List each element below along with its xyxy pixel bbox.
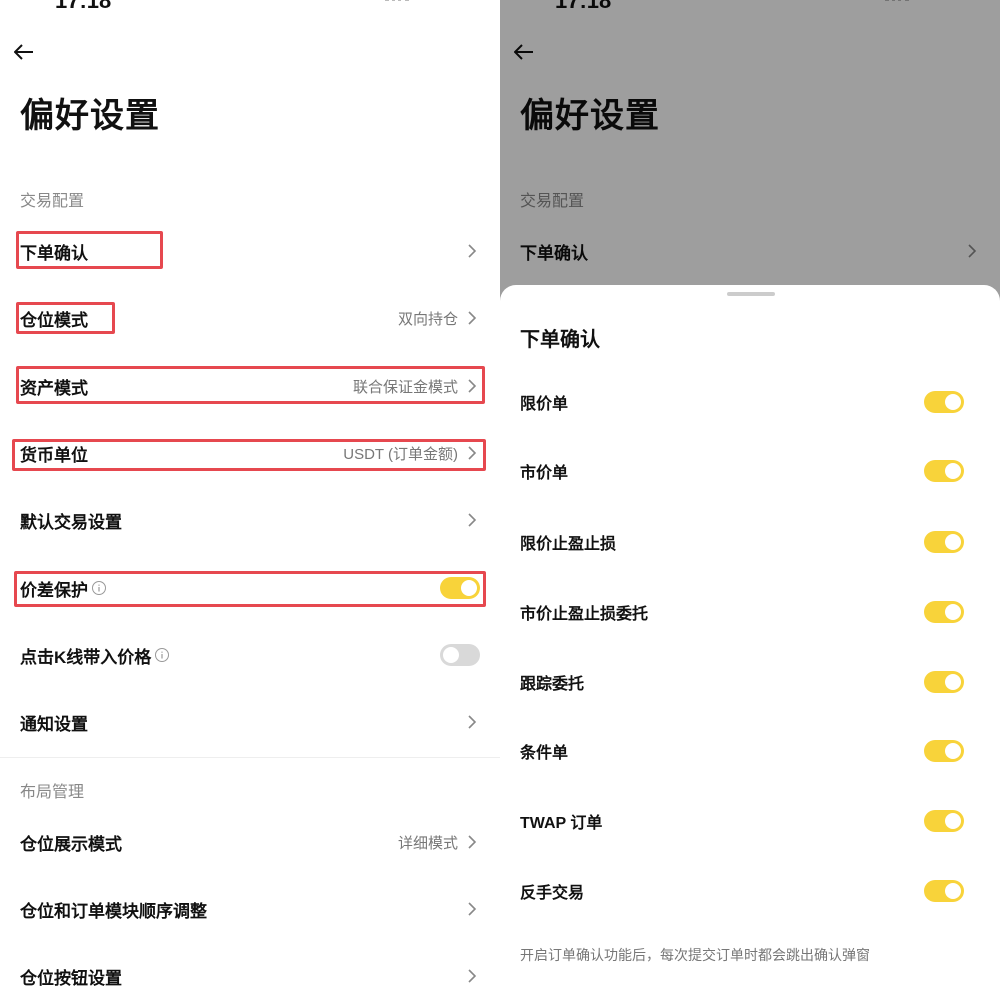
item-label: TWAP 订单 — [520, 815, 603, 832]
page-title: 偏好设置 — [20, 97, 160, 135]
chevron-right-icon — [468, 379, 477, 393]
conditional-order-toggle[interactable] — [924, 740, 964, 762]
row-label: 默认交易设置 — [20, 512, 122, 532]
signal-icon — [385, 0, 409, 3]
item-label: 反手交易 — [520, 885, 585, 902]
sheet-item-limit-tpsl: 限价止盈止损 — [500, 522, 1000, 562]
row-label: 通知设置 — [20, 714, 88, 734]
row-spread-protection: 价差保护 — [0, 568, 500, 608]
limit-order-toggle[interactable] — [924, 391, 964, 413]
chevron-right-icon — [468, 835, 477, 849]
row-currency-unit[interactable]: 货币单位 USDT (订单金额) — [0, 433, 500, 473]
trailing-order-toggle[interactable] — [924, 671, 964, 693]
market-tpsl-toggle[interactable] — [924, 601, 964, 623]
row-label: 仓位和订单模块顺序调整 — [20, 901, 207, 921]
row-label: 货币单位 — [20, 445, 88, 465]
row-order-confirm[interactable]: 下单确认 — [0, 231, 500, 271]
row-kline-click-price: 点击K线带入价格 — [0, 635, 500, 675]
item-label: 条件单 — [520, 745, 569, 762]
sheet-item-market-order: 市价单 — [500, 451, 1000, 491]
row-default-trade-settings[interactable]: 默认交易设置 — [0, 500, 500, 540]
item-label: 市价止盈止损委托 — [520, 606, 649, 623]
market-order-toggle[interactable] — [924, 460, 964, 482]
status-icons — [385, 0, 455, 6]
row-module-order[interactable]: 仓位和订单模块顺序调整 — [0, 889, 500, 929]
row-label: 仓位模式 — [20, 310, 88, 330]
sheet-item-reverse-trade: 反手交易 — [500, 871, 1000, 911]
item-label: 限价单 — [520, 396, 569, 413]
item-label: 限价止盈止损 — [520, 536, 617, 553]
chevron-right-icon — [468, 969, 477, 983]
sheet-item-limit-order: 限价单 — [500, 382, 1000, 422]
row-label: 资产模式 — [20, 378, 88, 398]
section-layout-management: 布局管理 — [20, 784, 85, 801]
row-value: 双向持仓 — [397, 310, 458, 328]
order-confirm-sheet: 下单确认 限价单 市价单 限价止盈止损 市价止盈止损委托 跟踪委托 条件单 TW… — [500, 285, 1000, 1000]
kline-price-toggle[interactable] — [440, 644, 480, 666]
preferences-screen-left: 17:18 偏好设置 交易配置 下单确认 仓位模式 双向持仓 资产模式 联合保证… — [0, 0, 500, 1000]
item-label: 跟踪委托 — [520, 676, 585, 693]
sheet-drag-handle[interactable] — [727, 292, 775, 296]
info-icon[interactable] — [91, 580, 107, 596]
reverse-trade-toggle[interactable] — [924, 880, 964, 902]
row-position-mode[interactable]: 仓位模式 双向持仓 — [0, 298, 500, 338]
chevron-right-icon — [468, 513, 477, 527]
row-label: 点击K线带入价格 — [20, 647, 152, 667]
chevron-right-icon — [468, 244, 477, 258]
row-asset-mode[interactable]: 资产模式 联合保证金模式 — [0, 366, 500, 406]
row-label: 下单确认 — [20, 243, 88, 263]
row-position-display-mode[interactable]: 仓位展示模式 详细模式 — [0, 822, 500, 862]
chevron-right-icon — [468, 902, 477, 916]
chevron-right-icon — [468, 446, 477, 460]
twap-order-toggle[interactable] — [924, 810, 964, 832]
sheet-item-twap-order: TWAP 订单 — [500, 801, 1000, 841]
preferences-screen-right: 17:18 偏好设置 交易配置 下单确认 下单确认 限价单 市价单 限价止盈止损… — [500, 0, 1000, 1000]
info-icon[interactable] — [154, 647, 170, 663]
limit-tpsl-toggle[interactable] — [924, 531, 964, 553]
row-notification-settings[interactable]: 通知设置 — [0, 702, 500, 742]
sheet-footnote: 开启订单确认功能后，每次提交订单时都会跳出确认弹窗 — [520, 947, 870, 963]
row-label: 价差保护 — [20, 580, 88, 600]
sheet-item-trailing-order: 跟踪委托 — [500, 662, 1000, 702]
row-position-buttons[interactable]: 仓位按钮设置 — [0, 956, 500, 996]
chevron-right-icon — [468, 311, 477, 325]
row-value: 详细模式 — [397, 834, 458, 852]
sheet-title: 下单确认 — [520, 329, 600, 351]
row-value: USDT (订单金额) — [343, 445, 458, 463]
spread-protection-toggle[interactable] — [440, 577, 480, 599]
sheet-item-market-tpsl: 市价止盈止损委托 — [500, 592, 1000, 632]
sheet-item-conditional-order: 条件单 — [500, 731, 1000, 771]
back-arrow-icon[interactable] — [12, 40, 36, 64]
row-value: 联合保证金模式 — [352, 378, 458, 396]
chevron-right-icon — [468, 715, 477, 729]
row-label: 仓位按钮设置 — [20, 968, 122, 988]
section-divider — [0, 757, 500, 758]
item-label: 市价单 — [520, 465, 569, 482]
status-time: 17:18 — [55, 0, 112, 13]
row-label: 仓位展示模式 — [20, 834, 122, 854]
section-trade-config: 交易配置 — [20, 193, 85, 210]
